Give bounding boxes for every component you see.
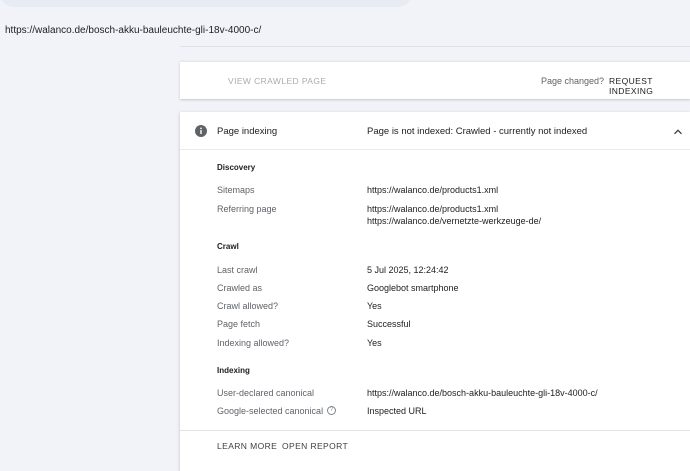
google-selected-canonical-text: Google-selected canonical (217, 406, 324, 416)
page-indexing-title: Page indexing (217, 126, 278, 137)
referring-page-label: Referring page (217, 204, 277, 214)
divider (180, 46, 690, 47)
url-inspection-page: https://walanco.de/bosch-akku-bauleuchte… (0, 0, 690, 471)
crawl-allowed-label: Crawl allowed? (217, 301, 279, 311)
sitemaps-label: Sitemaps (217, 185, 255, 195)
referring-page-value-1: https://walanco.de/products1.xml (367, 204, 499, 214)
last-crawl-label: Last crawl (217, 265, 258, 275)
view-crawled-page-button[interactable]: VIEW CRAWLED PAGE (228, 76, 326, 86)
user-declared-canonical-value: https://walanco.de/bosch-akku-bauleuchte… (367, 388, 598, 398)
google-selected-canonical-value: Inspected URL (367, 406, 427, 416)
page-fetch-label: Page fetch (217, 319, 261, 329)
request-indexing-button[interactable]: REQUEST INDEXING (609, 76, 690, 96)
crawled-as-label: Crawled as (217, 283, 263, 293)
learn-more-link[interactable]: LEARN MORE (217, 441, 277, 451)
sitemaps-value: https://walanco.de/products1.xml (367, 185, 499, 195)
indexing-allowed-value: Yes (367, 338, 382, 348)
discovery-section-title: Discovery (217, 163, 256, 172)
crawl-section-title: Crawl (217, 242, 239, 251)
inspected-url: https://walanco.de/bosch-akku-bauleuchte… (5, 25, 262, 36)
page-changed-label: Page changed? (541, 76, 605, 86)
actions-card: VIEW CRAWLED PAGE Page changed? REQUEST … (180, 61, 690, 99)
info-icon (195, 125, 207, 137)
indexing-allowed-label: Indexing allowed? (217, 338, 290, 348)
page-indexing-card: Page indexing Page is not indexed: Crawl… (180, 112, 690, 471)
indexing-section-title: Indexing (217, 366, 250, 375)
page-indexing-header[interactable]: Page indexing Page is not indexed: Crawl… (180, 112, 690, 150)
page-fetch-value: Successful (367, 319, 411, 329)
open-report-link[interactable]: OPEN REPORT (282, 441, 348, 451)
help-icon[interactable]: ? (327, 406, 337, 416)
user-declared-canonical-label: User-declared canonical (217, 388, 315, 398)
crawl-allowed-value: Yes (367, 301, 382, 311)
page-indexing-footer: LEARN MORE OPEN REPORT (180, 430, 690, 471)
google-selected-canonical-label: Google-selected canonical? (217, 406, 337, 416)
crawled-as-value: Googlebot smartphone (367, 283, 459, 293)
last-crawl-value: 5 Jul 2025, 12:24:42 (367, 265, 449, 275)
referring-page-value-2: https://walanco.de/vernetzte-werkzeuge-d… (367, 216, 542, 226)
inspect-search-bar[interactable] (0, 0, 412, 7)
chevron-up-icon[interactable] (672, 125, 684, 137)
page-indexing-status: Page is not indexed: Crawled - currently… (367, 126, 588, 137)
